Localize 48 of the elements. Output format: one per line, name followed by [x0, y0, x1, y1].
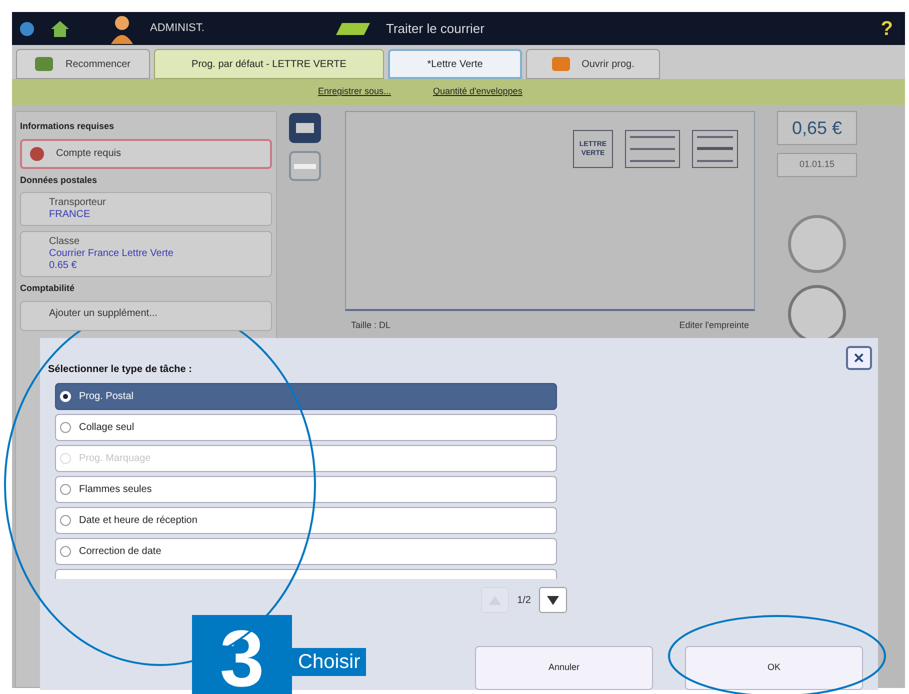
size-label: Taille : DL — [351, 319, 391, 332]
user-name: ADMINIST. — [150, 21, 206, 36]
cancel-button[interactable]: Annuler — [475, 646, 653, 690]
tab[interactable]: Prog. par défaut - LETTRE VERTE — [154, 49, 384, 79]
field-value: 0.65 € — [49, 260, 78, 272]
help-button[interactable]: ? — [876, 14, 897, 44]
home-icon[interactable] — [50, 20, 70, 38]
dialog-title: Sélectionner le type de tâche : — [48, 363, 192, 377]
user-icon[interactable] — [110, 14, 134, 44]
toolbar-link[interactable]: Quantité d'enveloppes — [433, 85, 522, 99]
globe-icon[interactable] — [20, 22, 34, 36]
field-card[interactable]: Transporteur FRANCE — [20, 192, 272, 226]
section-title: Données postales — [19, 174, 98, 187]
toolbar-link[interactable]: Enregistrer sous... — [318, 85, 392, 99]
close-button[interactable]: ✕ — [846, 346, 872, 370]
task-option[interactable]: Flammes seules — [55, 476, 557, 503]
postmark-drawing — [625, 130, 680, 168]
step-label: Choisir — [292, 648, 366, 676]
tab[interactable]: Recommencer — [16, 49, 150, 79]
indicia-drawing — [692, 130, 738, 168]
task-option[interactable]: Correction de date — [55, 538, 557, 565]
page-indicator: 1/2 — [517, 594, 531, 608]
tab[interactable]: Ouvrir prog. — [526, 49, 660, 79]
field-value: FRANCE — [49, 209, 92, 221]
task-option[interactable]: Prog. Postal — [55, 383, 557, 410]
supplement-item[interactable]: Ajouter un supplément... — [20, 300, 272, 330]
field-label: Transporteur — [49, 197, 107, 209]
required-info-item[interactable]: Compte requis — [20, 138, 272, 168]
step-number: 3 — [192, 615, 292, 694]
down-arrow-icon — [547, 596, 559, 604]
field-card[interactable]: Classe Courrier France Lettre Verte 0.65 € — [20, 231, 272, 277]
price-display: 0,65 € — [777, 111, 857, 145]
date-display: 01.01.15 — [777, 153, 857, 177]
screen-title: Traiter le courrier — [386, 20, 486, 38]
section-title: Informations requises — [19, 120, 116, 133]
section-title: Comptabilité — [19, 282, 76, 295]
task-option[interactable]: Date et heure de réception — [55, 507, 557, 534]
error-icon — [30, 146, 44, 160]
edit-imprint-link[interactable]: Editer l'empreinte — [679, 319, 749, 332]
page-down-button[interactable] — [539, 587, 567, 613]
item-label: Compte requis — [56, 147, 122, 161]
field-label: Classe — [49, 236, 81, 248]
ok-button[interactable]: OK — [685, 646, 863, 690]
strip-view-button[interactable] — [289, 151, 321, 181]
envelope-view-button[interactable] — [289, 113, 321, 143]
task-option[interactable]: Collage seul — [55, 414, 557, 441]
field-value: Courrier France Lettre Verte — [49, 248, 174, 260]
tab[interactable]: *Lettre Verte — [388, 49, 522, 79]
